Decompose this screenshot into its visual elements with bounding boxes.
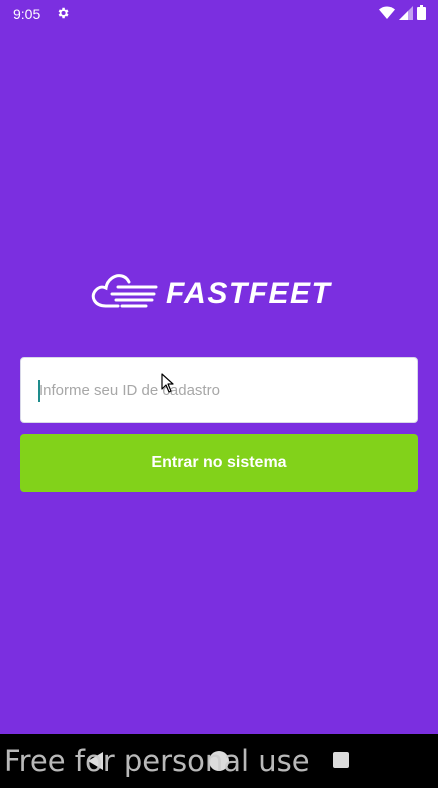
id-input[interactable] <box>21 358 417 422</box>
status-bar: 9:05 <box>0 0 438 28</box>
id-input-container[interactable] <box>20 357 418 423</box>
text-caret <box>38 380 40 402</box>
gear-icon <box>58 7 69 19</box>
app-logo: FASTFEET <box>88 270 352 318</box>
status-time: 9:05 <box>13 6 41 22</box>
login-button[interactable]: Entrar no sistema <box>20 434 418 492</box>
mouse-pointer-icon <box>161 373 174 393</box>
logo-text: FASTFEET <box>166 277 332 310</box>
recents-icon[interactable] <box>333 752 349 768</box>
fast-cloud-icon <box>91 274 158 308</box>
watermark: Free for personal use <box>4 744 310 778</box>
wifi-icon <box>379 6 395 19</box>
signal-icon <box>399 5 413 20</box>
battery-icon <box>417 5 426 20</box>
